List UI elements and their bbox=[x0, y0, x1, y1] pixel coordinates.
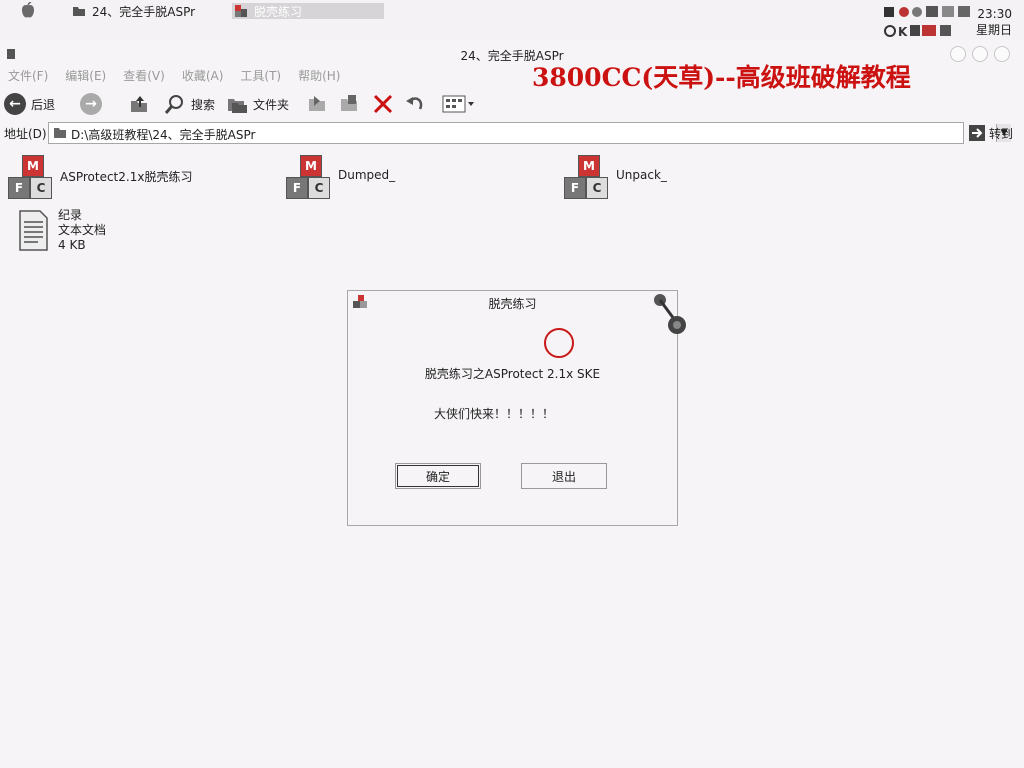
taskbar-item-label: 24、完全手脱ASPr bbox=[92, 4, 196, 19]
undo-button[interactable] bbox=[404, 92, 426, 116]
folders-label: 文件夹 bbox=[253, 97, 290, 112]
icon-block-m: M bbox=[22, 155, 44, 177]
taskbar-item-dialog[interactable]: 脱壳练习 bbox=[232, 3, 384, 19]
banner-text: 3800CC(天草)--高级班破解教程 bbox=[532, 63, 911, 92]
copy-to-icon bbox=[341, 95, 357, 111]
icon-block-f: F bbox=[8, 177, 30, 199]
go-button[interactable]: 转到 bbox=[968, 124, 1013, 142]
taskbar-item-explorer[interactable]: 24、完全手脱ASPr bbox=[72, 3, 220, 19]
file-item[interactable]: 纪录 文本文档 4 KB bbox=[16, 208, 106, 253]
toolbar: ← 后退 → 搜索 文件夹 bbox=[0, 90, 1024, 118]
mfc-app-icon: M F C bbox=[564, 155, 608, 201]
up-button[interactable] bbox=[128, 92, 150, 116]
folder-icon bbox=[73, 7, 85, 16]
search-button[interactable]: 搜索 bbox=[164, 92, 215, 116]
icon-block-f: F bbox=[286, 177, 308, 199]
mfc-app-icon: M F C bbox=[286, 155, 330, 201]
undo-icon bbox=[406, 97, 423, 110]
file-item[interactable]: M F C ASProtect2.1x脱壳练习 bbox=[8, 155, 192, 201]
mfc-app-icon: M F C bbox=[8, 155, 52, 201]
clock: 23:30 星期日 bbox=[976, 6, 1012, 38]
file-name: ASProtect2.1x脱壳练习 bbox=[60, 170, 193, 184]
message-dialog: 脱壳练习 脱壳练习之ASProtect 2.1x SKE 大侠们快来！！！！！ … bbox=[347, 290, 686, 526]
menu-bar: 文件(F) 编辑(E) 查看(V) 收藏(A) 工具(T) 帮助(H) bbox=[0, 67, 340, 85]
apple-menu-icon[interactable] bbox=[20, 2, 36, 20]
icon-block-f: F bbox=[564, 177, 586, 199]
menu-favorites[interactable]: 收藏(A) bbox=[182, 67, 224, 85]
file-item[interactable]: M F C Dumped_ bbox=[286, 155, 395, 201]
file-name: Unpack_ bbox=[616, 168, 667, 182]
exit-button[interactable]: 退出 bbox=[521, 463, 607, 489]
icon-block-c: C bbox=[586, 177, 608, 199]
move-to-button[interactable] bbox=[306, 92, 328, 116]
system-tray-icons[interactable]: K bbox=[884, 5, 972, 41]
folders-icon bbox=[228, 99, 247, 113]
menu-file[interactable]: 文件(F) bbox=[8, 67, 48, 85]
icon-block-c: C bbox=[308, 177, 330, 199]
forward-arrow-icon: → bbox=[80, 93, 102, 115]
back-label: 后退 bbox=[31, 97, 56, 112]
menu-tools[interactable]: 工具(T) bbox=[240, 67, 281, 85]
taskbar-item-label: 脱壳练习 bbox=[254, 4, 303, 19]
address-label: 地址(D) bbox=[4, 127, 47, 141]
menu-view[interactable]: 查看(V) bbox=[123, 67, 165, 85]
address-path: D:\高级班教程\24、完全手脱ASPr bbox=[71, 128, 256, 142]
dialog-prompt: 大侠们快来！！！！！ bbox=[434, 407, 555, 421]
dialog-message: 脱壳练习之ASProtect 2.1x SKE bbox=[424, 367, 601, 381]
go-label: 转到 bbox=[989, 126, 1014, 141]
icon-block-c: C bbox=[30, 177, 52, 199]
app-icon bbox=[235, 5, 247, 17]
delete-button[interactable] bbox=[372, 92, 394, 116]
file-size: 4 KB bbox=[58, 238, 86, 252]
dialog-title: 脱壳练习 bbox=[488, 297, 537, 311]
close-button[interactable] bbox=[994, 46, 1010, 62]
forward-button[interactable]: → bbox=[80, 92, 102, 116]
views-button[interactable] bbox=[442, 92, 476, 116]
ok-button[interactable]: 确定 bbox=[395, 463, 481, 489]
file-type: 文本文档 bbox=[58, 223, 107, 237]
address-bar: 地址(D) D:\高级班教程\24、完全手脱ASPr ▼ 转到 bbox=[0, 122, 1024, 144]
delete-x-icon bbox=[373, 94, 393, 114]
clock-time: 23:30 bbox=[977, 7, 1012, 21]
folder-icon bbox=[54, 128, 66, 138]
folder-up-icon bbox=[131, 96, 147, 112]
folders-button[interactable]: 文件夹 bbox=[226, 92, 289, 116]
text-document-icon bbox=[19, 210, 48, 251]
views-icon bbox=[442, 95, 474, 113]
svg-text:K: K bbox=[898, 25, 908, 39]
search-label: 搜索 bbox=[191, 97, 216, 112]
file-name: 纪录 bbox=[58, 208, 83, 222]
cursor-highlight-circle bbox=[544, 328, 574, 358]
dialog-close-icon[interactable] bbox=[653, 293, 689, 337]
taskbar: 24、完全手脱ASPr 脱壳练习 K 23:30 星期日 bbox=[0, 0, 1024, 40]
menu-edit[interactable]: 编辑(E) bbox=[65, 67, 106, 85]
minimize-button[interactable] bbox=[950, 46, 966, 62]
icon-block-m: M bbox=[578, 155, 600, 177]
window-controls bbox=[950, 46, 1010, 62]
maximize-button[interactable] bbox=[972, 46, 988, 62]
menu-help[interactable]: 帮助(H) bbox=[298, 67, 340, 85]
address-input[interactable]: D:\高级班教程\24、完全手脱ASPr ▼ bbox=[48, 122, 1011, 144]
copy-to-button[interactable] bbox=[338, 92, 360, 116]
go-arrow-icon bbox=[969, 125, 985, 141]
clock-day: 星期日 bbox=[975, 23, 1012, 37]
move-to-icon bbox=[309, 96, 325, 111]
search-icon bbox=[164, 95, 183, 114]
back-arrow-icon: ← bbox=[4, 93, 26, 115]
icon-block-m: M bbox=[300, 155, 322, 177]
file-name: Dumped_ bbox=[338, 168, 396, 182]
file-item[interactable]: M F C Unpack_ bbox=[564, 155, 667, 201]
back-button[interactable]: ← 后退 bbox=[4, 92, 55, 116]
